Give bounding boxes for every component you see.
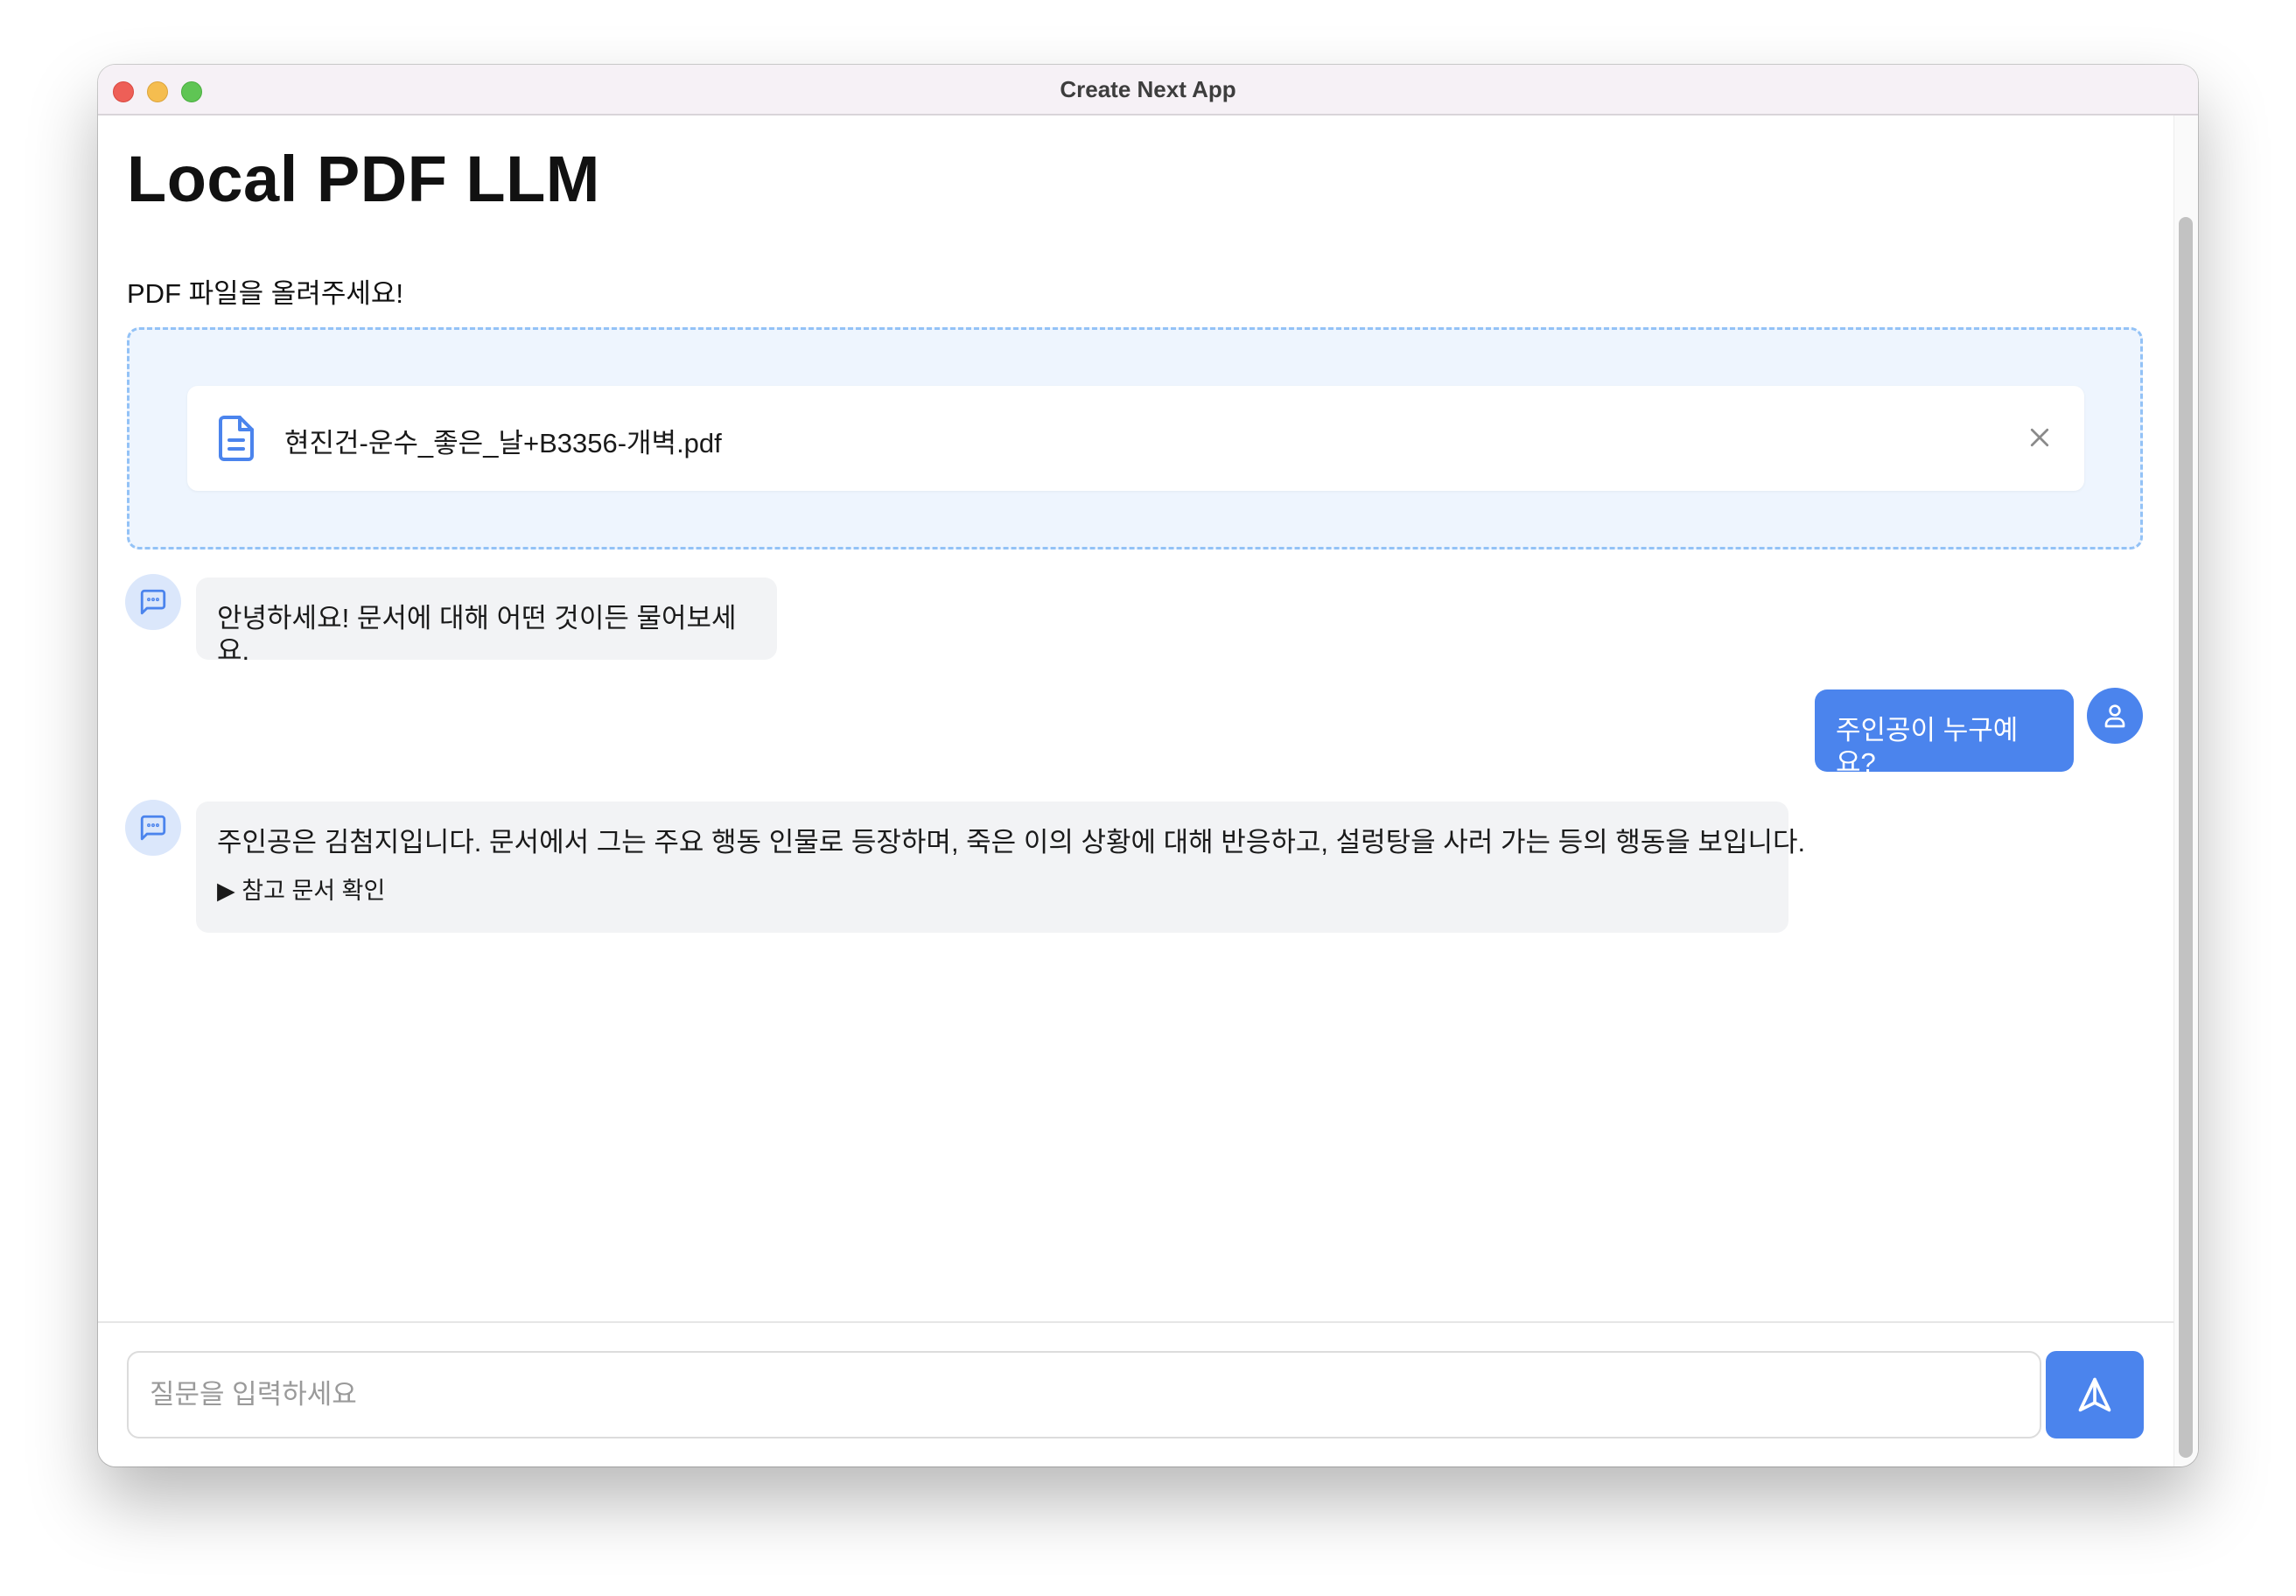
user-message-text: 주인공이 누구예요? [1836, 715, 2019, 779]
reference-docs-toggle[interactable]: ▶ 참고 문서 확인 [217, 877, 385, 905]
assistant-message-bubble: 주인공은 김첨지입니다. 문서에서 그는 주요 행동 인물로 등장하며, 죽은 … [196, 802, 1805, 933]
app-window: Create Next App Local PDF LLM PDF 파일을 올려… [98, 65, 2198, 1466]
bot-avatar [125, 800, 181, 856]
input-divider [98, 1321, 2174, 1323]
bot-avatar [125, 574, 181, 630]
uploaded-file-card: 현진건-운수_좋은_날+B3356-개벽.pdf [187, 386, 2084, 491]
scrollbar-thumb[interactable] [2179, 217, 2193, 1458]
message-square-dots-icon [140, 589, 166, 615]
close-icon[interactable] [2026, 424, 2053, 451]
user-message-bubble: 주인공이 누구예요? [1815, 690, 2074, 778]
title-bar: Create Next App [98, 65, 2198, 116]
user-avatar [2087, 688, 2143, 744]
pdf-dropzone[interactable]: 현진건-운수_좋은_날+B3356-개벽.pdf [127, 327, 2143, 550]
uploaded-file-name: 현진건-운수_좋은_날+B3356-개벽.pdf [284, 428, 722, 458]
question-input[interactable] [127, 1351, 2041, 1438]
scrollbar-track[interactable] [2174, 116, 2198, 1466]
assistant-message-bubble: 안녕하세요! 문서에 대해 어떤 것이든 물어보세요. [196, 578, 777, 666]
upload-label: PDF 파일을 올려주세요! [127, 278, 403, 309]
assistant-message-text: 안녕하세요! 문서에 대해 어떤 것이든 물어보세요. [217, 603, 737, 667]
message-square-dots-icon [140, 815, 166, 841]
window-title: Create Next App [1060, 76, 1236, 102]
send-button[interactable] [2046, 1351, 2144, 1438]
send-icon [2078, 1377, 2111, 1412]
file-text-icon [219, 416, 254, 461]
page-title: Local PDF LLM [127, 143, 600, 215]
user-icon [2104, 704, 2125, 728]
assistant-message-text: 주인공은 김첨지입니다. 문서에서 그는 주요 행동 인물로 등장하며, 죽은 … [217, 827, 1806, 858]
